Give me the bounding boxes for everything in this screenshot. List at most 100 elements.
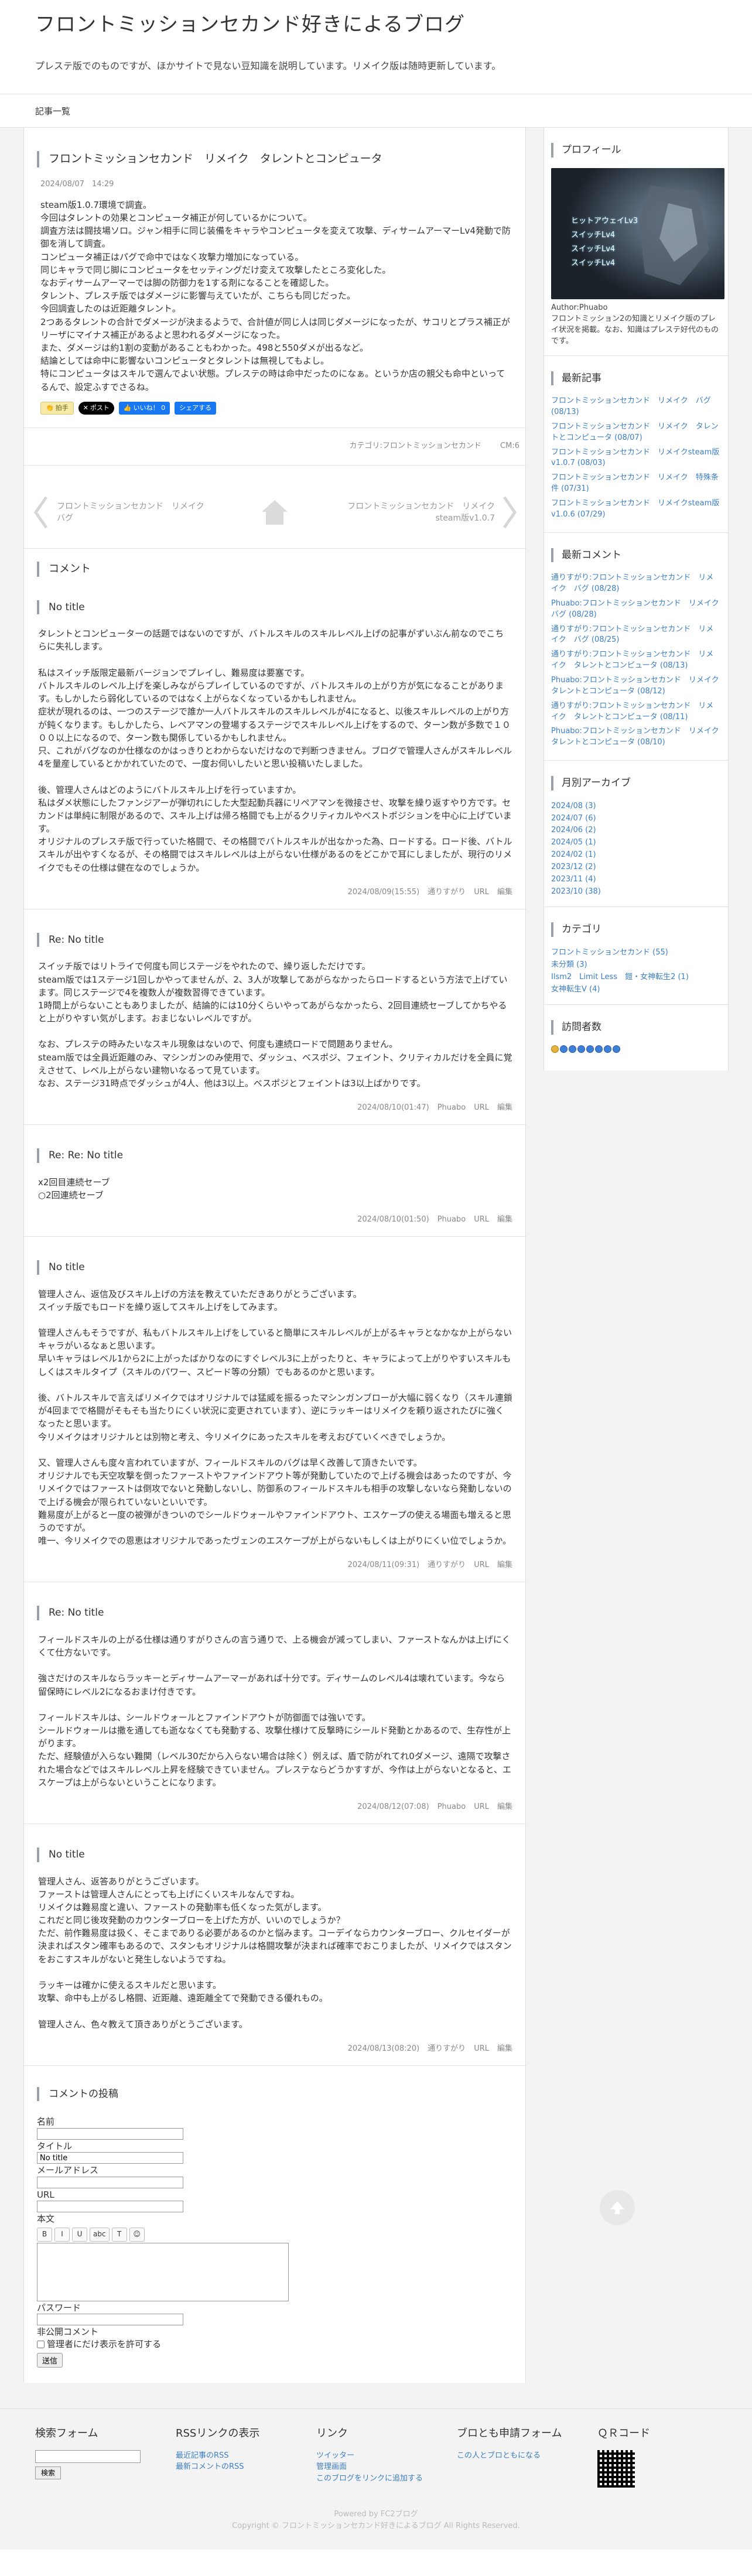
page-top-button[interactable] <box>600 2190 635 2225</box>
footer-link-item-link[interactable]: このブログをリンクに追加する <box>316 2474 423 2483</box>
comment-body: 管理人さん、返信及びスキル上げの方法を教えていただきありがとうございます。 スイッ… <box>37 1288 512 1548</box>
archive-item-link[interactable]: 2024/07 (6) <box>551 814 596 823</box>
strikethrough-button[interactable]: abc <box>90 2227 110 2242</box>
friend-item-link[interactable]: この人とブロともになる <box>457 2451 541 2460</box>
recent-comment-item-link[interactable]: 通りすがり:フロントミッションセカンド リメイク タレントとコンピュータ (08… <box>551 650 713 670</box>
category-item: Ilsm2 Limit Less 鎧・女神転生2 (1) <box>551 972 721 983</box>
underline-button[interactable]: U <box>72 2227 87 2242</box>
category-item-link[interactable]: 女神転生V (4) <box>551 985 600 994</box>
comment-date: 2024/08/11(09:31) <box>347 1561 420 1570</box>
email-label: メールアドレス <box>37 2165 99 2176</box>
entry-paragraph: なおディサームアーマーでは脚の防御力を1する剤になることを確認した。 <box>40 278 334 288</box>
facebook-like-button[interactable]: 👍 いいね！ 0 <box>118 401 170 415</box>
like-button[interactable]: 👏 拍手 <box>40 401 74 415</box>
font-size-button[interactable]: T <box>111 2227 127 2242</box>
comment-edit-link[interactable]: 編集 <box>497 1215 512 1224</box>
entry-title[interactable]: フロントミッションセカンド リメイク タレントとコンピュータ <box>49 151 512 167</box>
comment-meta: 2024/08/10(01:47) Phuabo URL 編集 <box>37 1103 512 1114</box>
private-checkbox[interactable] <box>37 2341 45 2349</box>
archive-item-link[interactable]: 2023/10 (38) <box>551 887 601 896</box>
password-input[interactable] <box>37 2314 183 2326</box>
comment-edit-link[interactable]: 編集 <box>497 888 512 897</box>
comment-url-link[interactable]: URL <box>474 888 489 897</box>
archive-item-link[interactable]: 2024/06 (2) <box>551 826 596 834</box>
italic-button[interactable]: I <box>54 2227 70 2242</box>
comment-paragraph: オリジナルでも天空攻撃を倒ったファーストやファインドアウト等が発動していたので上… <box>38 1470 512 1507</box>
archive-item-link[interactable]: 2023/12 (2) <box>551 863 596 871</box>
submit-button[interactable]: 送信 <box>37 2353 63 2368</box>
footer-link-item-link[interactable]: ツイッター <box>316 2451 354 2460</box>
footer-link-item-link[interactable]: 管理画面 <box>316 2462 347 2471</box>
comment-body-input[interactable] <box>37 2242 289 2301</box>
recent-post-item-link[interactable]: フロントミッションセカンド リメイク 特殊条件 (07/31) <box>551 473 719 493</box>
recent-comment-item-link[interactable]: 通りすがり:フロントミッションセカンド リメイク バグ (08/25) <box>551 625 713 645</box>
comment-url-link[interactable]: URL <box>474 1215 489 1224</box>
archive-item-link[interactable]: 2024/08 (3) <box>551 802 596 810</box>
comment-meta: 2024/08/10(01:50) Phuabo URL 編集 <box>37 1215 512 1226</box>
comment-paragraph: 1時間上がらないこともありましたが、結論的には10分くらいやってあがらなかったら… <box>38 1000 507 1024</box>
recent-comment-item-link[interactable]: Phuabo:フロントミッションセカンド リメイク タレントとコンピュータ (0… <box>551 676 727 696</box>
comment-paragraph <box>38 1966 512 1979</box>
comment-url-link[interactable]: URL <box>474 1103 489 1112</box>
visitor-counter <box>551 1045 721 1053</box>
recent-post-item-link[interactable]: フロントミッションセカンド リメイクsteam版v1.0.7 (08/03) <box>551 448 719 468</box>
comment-author: 通りすがり <box>428 1561 466 1570</box>
comment-title: Re: Re: No title <box>37 1148 512 1163</box>
facebook-like-label: いいね！ 0 <box>133 403 166 412</box>
email-input[interactable] <box>37 2176 183 2188</box>
name-input[interactable] <box>37 2127 183 2140</box>
comment-form: コメントの投稿 名前 タイトル メールアドレス URL 本文 BIUabcT☺ … <box>24 2066 525 2383</box>
bold-button[interactable]: B <box>37 2227 52 2242</box>
recent-post-item: フロントミッションセカンド リメイク タレントとコンピュータ (08/07) <box>551 422 721 444</box>
recent-post-item-link[interactable]: フロントミッションセカンド リメイク タレントとコンピュータ (08/07) <box>551 422 719 442</box>
category-item-link[interactable]: フロントミッションセカンド (55) <box>551 948 668 957</box>
comment-url-link[interactable]: URL <box>474 2044 489 2053</box>
comment-paragraph: バトルスキルのレベル上げを楽しみながらプレイしているのですが、バトルスキルの上が… <box>38 680 504 704</box>
title-input[interactable] <box>37 2152 183 2164</box>
archive-item-link[interactable]: 2023/11 (4) <box>551 875 596 884</box>
comment-url-link[interactable]: URL <box>474 1802 489 1811</box>
category-item-link[interactable]: 未分類 (3) <box>551 960 587 969</box>
next-entry-link[interactable]: フロントミッションセカンド リメイクsteam版v1.0.7 <box>324 494 517 531</box>
nav-article-list[interactable]: 記事一覧 <box>0 94 70 128</box>
url-input[interactable] <box>37 2201 183 2213</box>
rss-item-link[interactable]: 最新コメントのRSS <box>176 2462 244 2471</box>
recent-post-item-link[interactable]: フロントミッションセカンド リメイク バグ (08/13) <box>551 396 711 416</box>
category-item: 未分類 (3) <box>551 960 721 971</box>
recent-posts-heading: 最新記事 <box>551 371 721 386</box>
comment-paragraph: steam版では全員近距離のみ、マシンガンのみ使用で、ダッシュ、ベスポジ、フェイ… <box>38 1052 512 1076</box>
prev-entry-link[interactable]: フロントミッションセカンド リメイク バグ <box>32 494 225 531</box>
comment-edit-link[interactable]: 編集 <box>497 1103 512 1112</box>
comment-paragraph: 後、バトルスキルで言えばリメイクではオリジナルでは猛威を振るったマシンガンブロー… <box>38 1393 512 1429</box>
comment-date: 2024/08/10(01:47) <box>357 1103 429 1113</box>
search-input[interactable] <box>35 2450 141 2463</box>
recent-post-item-link[interactable]: フロントミッションセカンド リメイクsteam版v1.0.6 (07/29) <box>551 499 719 519</box>
comment-edit-link[interactable]: 編集 <box>497 1561 512 1569</box>
recent-comment-item-link[interactable]: Phuabo:フロントミッションセカンド リメイク バグ (08/28) <box>551 599 727 619</box>
recent-comment-item-link[interactable]: 通りすがり:フロントミッションセカンド リメイク バグ (08/28) <box>551 573 713 593</box>
profile-stat-2: スイッチLv4 <box>571 231 616 240</box>
category-item-link[interactable]: Ilsm2 Limit Less 鎧・女神転生2 (1) <box>551 973 689 981</box>
powered-by[interactable]: Powered by FC2ブログ <box>0 2509 752 2520</box>
search-button[interactable]: 検索 <box>35 2466 61 2479</box>
site-footer: 検索フォーム 検索 RSSリンクの表示 最近記事のRSS 最新コメントのRSS リ… <box>0 2409 752 2499</box>
recent-comment-item-link[interactable]: Phuabo:フロントミッションセカンド リメイク タレントとコンピュータ (0… <box>551 727 727 747</box>
comment-edit-link[interactable]: 編集 <box>497 2044 512 2053</box>
entry-comment-count[interactable]: CM:6 <box>500 442 519 450</box>
entry-category-link[interactable]: カテゴリ:フロントミッションセカンド <box>350 442 481 450</box>
x-post-button[interactable]: ✕ ポスト <box>78 401 114 415</box>
emoji-button[interactable]: ☺ <box>129 2227 145 2242</box>
entry-paragraph: 結論としては命中に影響ないコンピュータとタレントは無視してもよし。 <box>40 355 330 367</box>
site-title[interactable]: フロントミッションセカンド好きによるブログ <box>35 11 717 39</box>
archive-item-link[interactable]: 2024/02 (1) <box>551 850 596 859</box>
home-icon[interactable] <box>260 498 289 527</box>
comment-edit-link[interactable]: 編集 <box>497 1802 512 1811</box>
recent-comment-item-link[interactable]: 通りすがり:フロントミッションセカンド リメイク タレントとコンピュータ (08… <box>551 702 713 721</box>
archive-item-link[interactable]: 2024/05 (1) <box>551 838 596 847</box>
private-option[interactable]: 管理者にだけ表示を許可する <box>37 2338 512 2351</box>
comment-paragraph: 後、管理人さんはどのようにバトルスキル上げを行っていますか。 <box>38 784 302 795</box>
facebook-share-button[interactable]: シェアする <box>175 401 217 415</box>
rss-item-link[interactable]: 最近記事のRSS <box>176 2451 229 2460</box>
comment-url-link[interactable]: URL <box>474 1561 489 1569</box>
recent-posts-list: フロントミッションセカンド リメイク バグ (08/13) フロントミッションセカ… <box>551 396 721 520</box>
